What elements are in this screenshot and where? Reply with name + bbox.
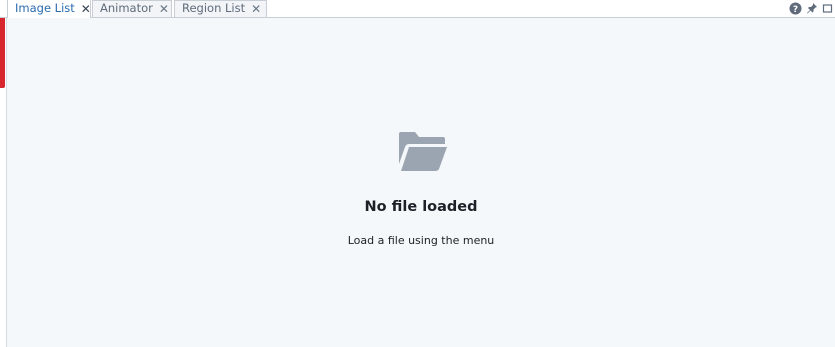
tab-bar: Image List ✕ Animator ✕ Region List ✕ ? <box>0 0 835 18</box>
help-icon[interactable]: ? <box>789 2 802 15</box>
empty-state-title: No file loaded <box>364 199 478 215</box>
tab-label: Region List <box>182 1 246 16</box>
close-icon[interactable]: ✕ <box>251 3 261 15</box>
app-window: Image List ✕ Animator ✕ Region List ✕ ? <box>0 0 835 347</box>
close-icon[interactable]: ✕ <box>81 3 91 15</box>
window-controls: ? <box>789 1 833 15</box>
tab-animator[interactable]: Animator ✕ <box>92 0 172 17</box>
maximize-icon[interactable] <box>822 3 833 14</box>
image-list-panel: No file loaded Load a file using the men… <box>7 18 835 347</box>
brand-accent-strip <box>0 8 5 88</box>
svg-text:?: ? <box>793 5 798 15</box>
tab-image-list[interactable]: Image List ✕ <box>7 0 91 18</box>
pin-icon[interactable] <box>806 2 818 14</box>
tab-region-list[interactable]: Region List ✕ <box>174 0 267 17</box>
folder-open-icon <box>397 131 449 173</box>
empty-state: No file loaded Load a file using the men… <box>7 18 835 347</box>
close-icon[interactable]: ✕ <box>159 3 169 15</box>
empty-state-description: Load a file using the menu <box>347 234 495 247</box>
tab-label: Animator <box>100 1 153 16</box>
tab-label: Image List <box>15 1 75 16</box>
